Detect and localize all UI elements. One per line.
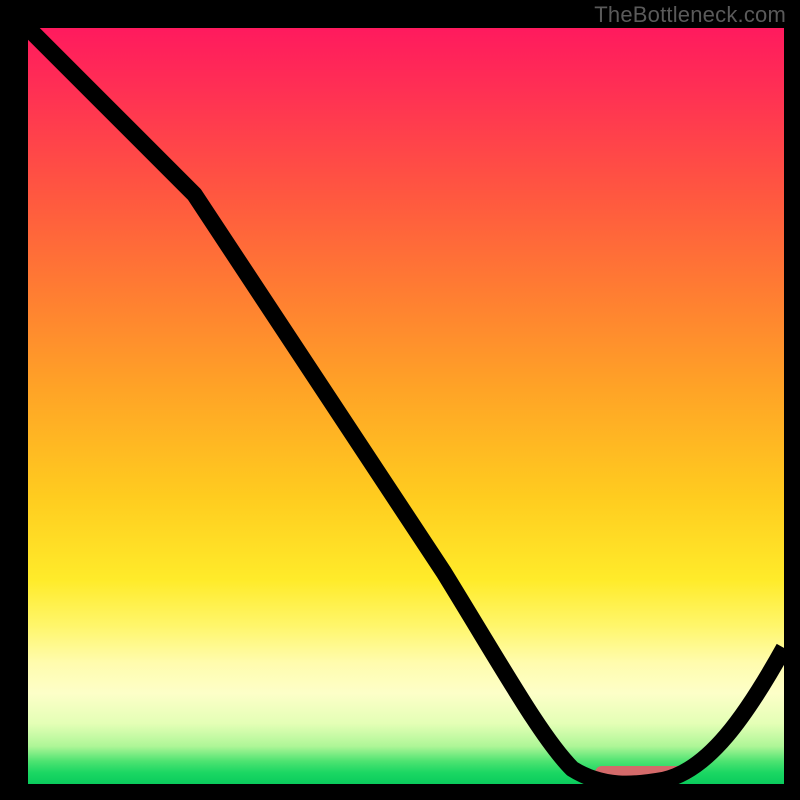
watermark-text: TheBottleneck.com bbox=[594, 2, 786, 28]
chart-root: TheBottleneck.com bbox=[0, 0, 800, 800]
curve-path bbox=[28, 28, 784, 784]
plot-area bbox=[28, 28, 784, 784]
bottleneck-curve bbox=[28, 28, 784, 784]
